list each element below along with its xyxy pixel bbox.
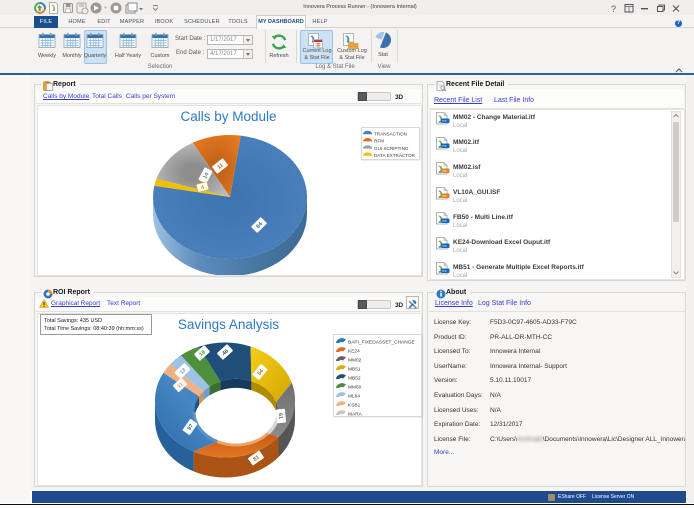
svg-text:ITF: ITF xyxy=(442,119,447,123)
svg-text:Local: Local xyxy=(453,123,467,129)
svg-text:KSB1: KSB1 xyxy=(348,403,361,409)
svg-text:Local: Local xyxy=(453,273,467,279)
svg-text:Local: Local xyxy=(453,148,467,154)
svg-text:ITF: ITF xyxy=(442,244,447,248)
svg-text:FB50 - Multi Line.itf: FB50 - Multi Line.itf xyxy=(453,214,514,221)
svg-text:Local: Local xyxy=(453,223,467,229)
svg-text:ITF: ITF xyxy=(442,219,447,223)
svg-text:Local: Local xyxy=(453,173,467,179)
svg-text:RFM: RFM xyxy=(374,139,384,144)
svg-text:MM60: MM60 xyxy=(348,385,362,391)
svg-text:DATA EXTRACTOR: DATA EXTRACTOR xyxy=(374,153,416,158)
svg-text:ML84: ML84 xyxy=(348,394,360,400)
svg-text:MARA: MARA xyxy=(348,412,363,416)
svg-text:ITF: ITF xyxy=(442,269,447,273)
svg-text:TRANSACTION: TRANSACTION xyxy=(374,131,407,136)
svg-text:MM02 - Change Material.itf: MM02 - Change Material.itf xyxy=(453,114,536,121)
svg-text:ITF: ITF xyxy=(442,144,447,148)
svg-text:KE24: KE24 xyxy=(348,349,360,355)
svg-text:Local: Local xyxy=(453,248,467,254)
svg-text:MM02.isf: MM02.isf xyxy=(453,164,481,171)
svg-text:MB51: MB51 xyxy=(348,367,361,373)
svg-text:BAPI_FIXEDASSET_CHANGE: BAPI_FIXEDASSET_CHANGE xyxy=(348,340,415,346)
svg-text:MB52: MB52 xyxy=(348,376,361,382)
svg-text:61: 61 xyxy=(277,413,284,420)
svg-text:?: ? xyxy=(611,4,616,13)
svg-text:MM02: MM02 xyxy=(348,358,362,364)
svg-text:ISF: ISF xyxy=(442,194,447,198)
svg-text:VL10A_GUI.ISF: VL10A_GUI.ISF xyxy=(453,189,500,196)
svg-text:GUI SCRIPTING: GUI SCRIPTING xyxy=(374,146,409,151)
svg-text:MB51 - Generate Multiple Excel: MB51 - Generate Multiple Excel Reports.i… xyxy=(453,264,585,271)
svg-text:MM02.itf: MM02.itf xyxy=(453,139,480,146)
svg-text:ISF: ISF xyxy=(442,169,447,173)
svg-text:Local: Local xyxy=(453,198,467,204)
svg-text:KE24-Download Excel Ouput.itf: KE24-Download Excel Ouput.itf xyxy=(453,239,551,246)
